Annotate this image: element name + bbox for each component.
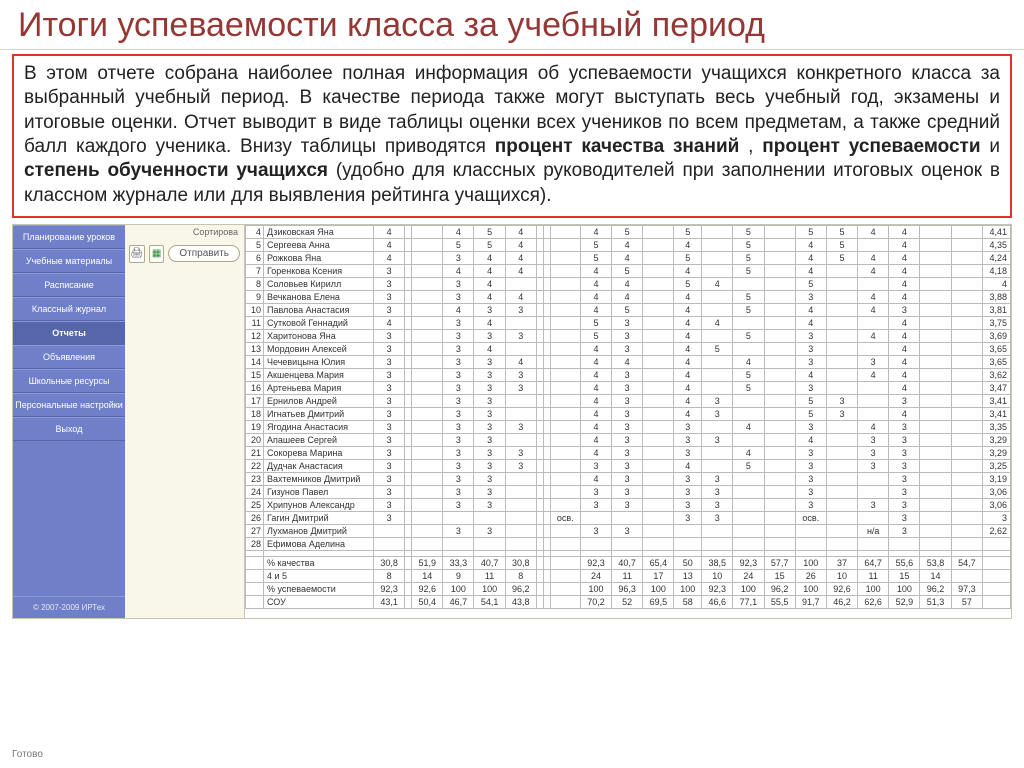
table-row: 16Артеньева Мария33334345343,47 [246, 381, 1011, 394]
table-row: 17Ернилов Андрей33343435333,41 [246, 394, 1011, 407]
description-box: В этом отчете собрана наиболее полная ин… [12, 54, 1012, 218]
desc-comma-1: , [748, 136, 762, 157]
desc-bold-2: процент успеваемости [762, 136, 980, 157]
summary-row: % качества30,851,933,340,730,892,340,765… [246, 556, 1011, 569]
table-row: 25Хрипунов Александр33333333333,06 [246, 498, 1011, 511]
table-row: 7Горенкова Ксения344445454444,18 [246, 264, 1011, 277]
status-bar: Готово [12, 749, 43, 760]
sidebar-item-settings[interactable]: Персональные настройки [13, 393, 125, 417]
table-row: 19Ягодина Анастасия333343343433,35 [246, 420, 1011, 433]
table-row: 27Лухманов Дмитрий3333н/а32,62 [246, 524, 1011, 537]
table-row: 5Сергеева Анна455454454544,35 [246, 238, 1011, 251]
grades-table-wrap: 4Дзиковская Яна4454455555444,415Сергеева… [245, 225, 1011, 618]
table-row: 20Апашеев Сергей33343334333,29 [246, 433, 1011, 446]
excel-icon[interactable]: ▦ [149, 245, 165, 263]
table-row: 14Чечевицына Юлия333444443343,65 [246, 355, 1011, 368]
sidebar-item-exit[interactable]: Выход [13, 417, 125, 441]
table-row: 21Сокорева Марина333343343333,29 [246, 446, 1011, 459]
sidebar-item-materials[interactable]: Учебные материалы [13, 249, 125, 273]
table-row: 24Гизунов Павел3333333333,06 [246, 485, 1011, 498]
table-row: 9Вечканова Елена334444453443,88 [246, 290, 1011, 303]
send-button[interactable]: Отправить [168, 245, 240, 262]
sidebar: Планирование уроков Учебные материалы Ра… [13, 225, 125, 618]
grades-table: 4Дзиковская Яна4454455555444,415Сергеева… [245, 225, 1011, 609]
table-row: 22Дудчак Анастасия333333453333,25 [246, 459, 1011, 472]
table-row: 8Соловьев Кирилл3344454544 [246, 277, 1011, 290]
sidebar-item-schedule[interactable]: Расписание [13, 273, 125, 297]
table-row: 23Вахтемников Дмитрий3334333333,19 [246, 472, 1011, 485]
table-row: 6Рожкова Яна4344545545444,24 [246, 251, 1011, 264]
table-row: 12Харитонова Яна333353453443,69 [246, 329, 1011, 342]
print-icon[interactable]: 🖨 [129, 245, 145, 263]
table-row: 13Мордовин Алексей3344345343,65 [246, 342, 1011, 355]
sidebar-item-announcements[interactable]: Объявления [13, 345, 125, 369]
table-row: 10Павлова Анастасия343345454433,81 [246, 303, 1011, 316]
table-row: 11Сутковой Геннадий4345344443,75 [246, 316, 1011, 329]
sidebar-item-reports[interactable]: Отчеты [13, 321, 125, 345]
sidebar-item-journal[interactable]: Классный журнал [13, 297, 125, 321]
summary-row: % успеваемости92,392,610010096,210096,31… [246, 582, 1011, 595]
summary-row: 4 и 58149118241117131024152610111514 [246, 569, 1011, 582]
sidebar-item-resources[interactable]: Школьные ресурсы [13, 369, 125, 393]
table-row: 26Гагин Дмитрий3осв.33осв.33 [246, 511, 1011, 524]
table-row: 18Игнатьев Дмитрий33343435343,41 [246, 407, 1011, 420]
desc-and: и [989, 136, 1000, 157]
table-row: 15Акшенцева Мария333343454443,62 [246, 368, 1011, 381]
sidebar-item-planning[interactable]: Планирование уроков [13, 225, 125, 249]
table-row: 28Ефимова Аделина [246, 537, 1011, 550]
page-title: Итоги успеваемости класса за учебный пер… [0, 0, 1024, 50]
table-row: 4Дзиковская Яна4454455555444,41 [246, 225, 1011, 238]
desc-bold-3: степень обученности учащихся [24, 160, 328, 181]
sidebar-footer: © 2007-2009 ИРТех [13, 596, 125, 618]
report-screenshot: Планирование уроков Учебные материалы Ра… [12, 224, 1012, 619]
summary-row: СОУ43,150,446,754,143,870,25269,55846,67… [246, 595, 1011, 608]
sort-label: Сортирова [193, 227, 238, 237]
desc-bold-1: процент качества знаний [495, 136, 740, 157]
toolbar-panel: Сортирова 🖨 ▦ Отправить [125, 225, 245, 618]
